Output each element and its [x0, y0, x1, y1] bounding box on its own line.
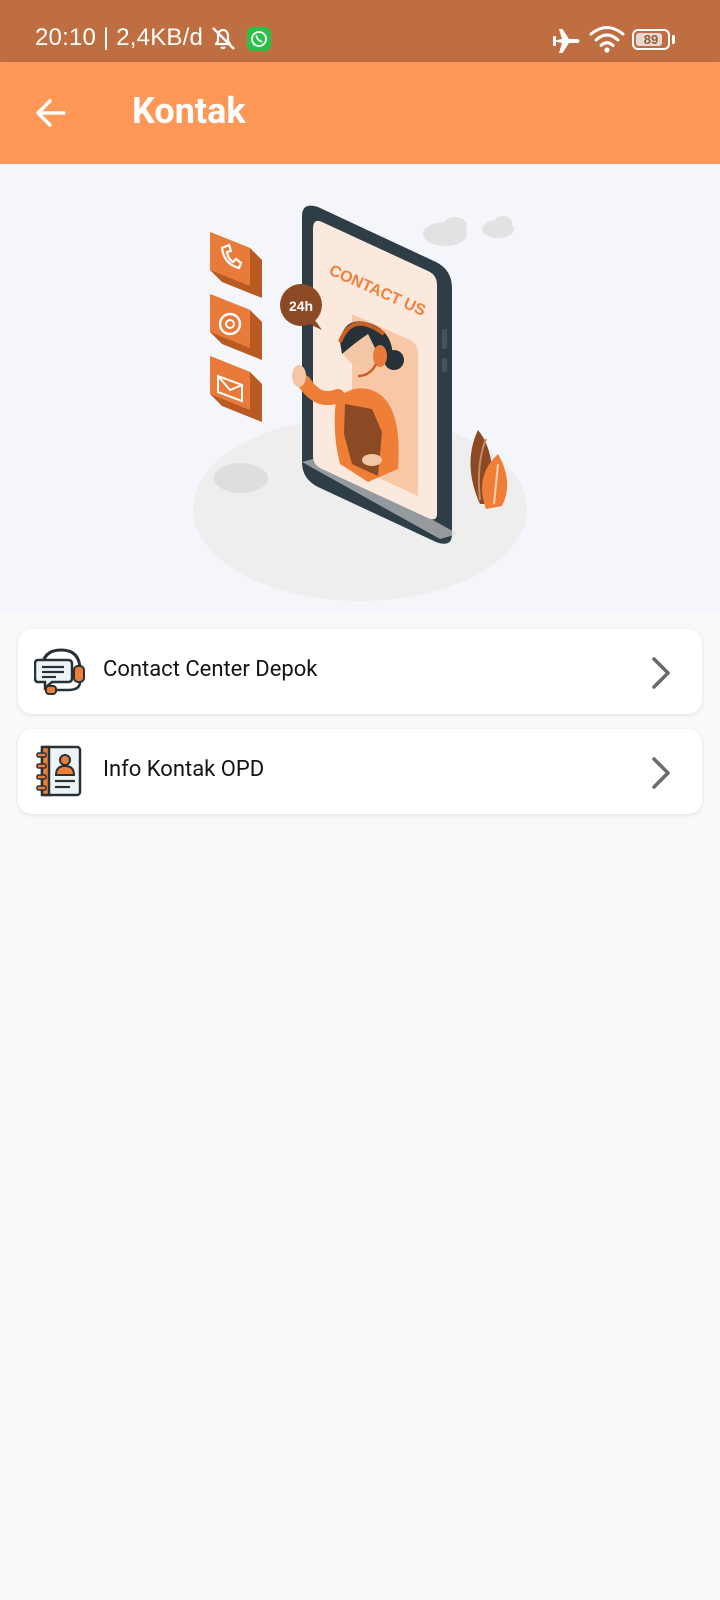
speech-bubble-24h: 24h — [280, 284, 322, 330]
info-kontak-opd-label: Info Kontak OPD — [103, 757, 265, 782]
badge-24h-text: 24h — [289, 298, 313, 314]
whatsapp-icon — [247, 27, 271, 51]
page-title: Kontak — [132, 90, 246, 132]
wifi-icon — [589, 26, 625, 53]
chevron-right-icon — [652, 657, 670, 689]
contact-center-depok-card[interactable]: Contact Center Depok — [18, 629, 702, 714]
battery-percentage: 89 — [643, 32, 659, 47]
battery-icon: 89 — [632, 29, 670, 50]
contact-book-icon — [36, 745, 82, 797]
contact-us-illustration: CONTACT US 24h — [193, 205, 527, 601]
info-kontak-opd-card[interactable]: Info Kontak OPD — [18, 729, 702, 814]
back-button[interactable] — [22, 84, 80, 142]
contact-center-depok-label: Contact Center Depok — [103, 657, 318, 682]
arrow-left-icon — [36, 99, 66, 127]
headset-chat-icon — [34, 648, 85, 695]
status-bar: 20:10 | 2,4KB/d 89 — [0, 0, 720, 62]
airplane-mode-icon — [553, 29, 580, 53]
phone-call-tile-icon — [210, 232, 262, 298]
battery-tip — [672, 35, 675, 44]
status-time-network-speed: 20:10 | 2,4KB/d — [35, 24, 204, 51]
envelope-tile-icon — [210, 356, 262, 422]
email-at-tile-icon — [210, 294, 262, 360]
chevron-right-icon — [652, 757, 670, 789]
app-bar: Kontak — [0, 62, 720, 164]
cloud-icon — [423, 216, 514, 246]
hero-illustration: CONTACT US 24h — [0, 164, 720, 612]
notifications-muted-icon — [212, 27, 235, 50]
